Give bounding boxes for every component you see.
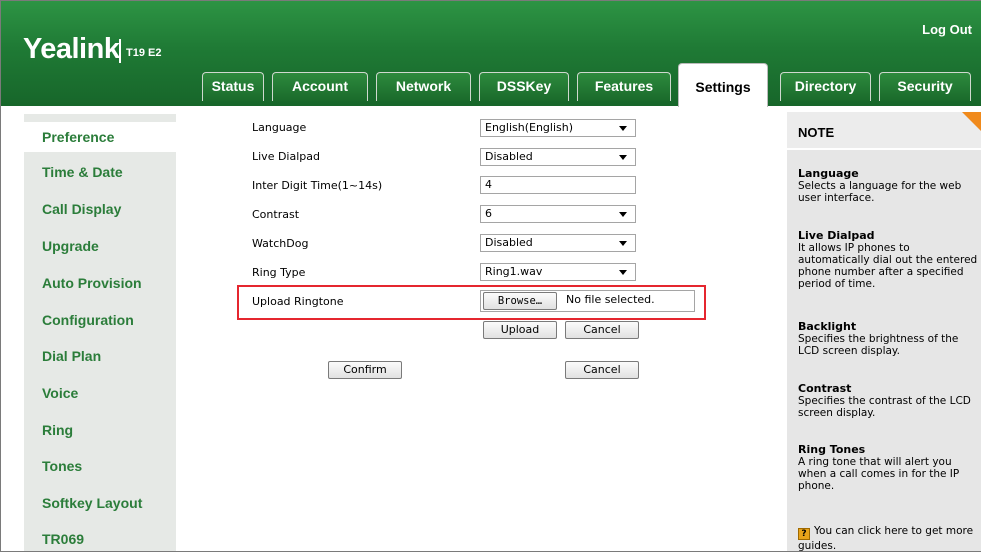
logo-divider xyxy=(119,39,121,63)
contrast-select[interactable]: 6 xyxy=(480,205,636,223)
tab-status[interactable]: Status xyxy=(202,72,264,101)
live-dialpad-label: Live Dialpad xyxy=(252,150,320,163)
watchdog-label: WatchDog xyxy=(252,237,309,250)
note-heading: Backlight xyxy=(798,320,857,333)
tab-security[interactable]: Security xyxy=(879,72,971,101)
upload-ringtone-label: Upload Ringtone xyxy=(252,295,344,308)
guide-text: You can click here to get more guides. xyxy=(798,525,974,552)
note-title: NOTE xyxy=(798,125,835,140)
sidebar-item-ring[interactable]: Ring xyxy=(24,415,176,445)
upload-cancel-button[interactable]: Cancel xyxy=(565,321,639,339)
tab-network[interactable]: Network xyxy=(376,72,471,101)
note-heading: Live Dialpad xyxy=(798,229,875,242)
sidebar-item-preference[interactable]: Preference xyxy=(24,122,176,152)
note-section-live-dialpad: Live Dialpad It allows IP phones to auto… xyxy=(798,229,978,291)
tab-features[interactable]: Features xyxy=(577,72,671,101)
ring-type-select[interactable]: Ring1.wav xyxy=(480,263,636,281)
browse-button[interactable]: Browse… xyxy=(483,292,557,310)
tab-settings[interactable]: Settings xyxy=(678,63,768,107)
sidebar-item-call-display[interactable]: Call Display xyxy=(24,194,176,224)
note-corner-icon xyxy=(962,112,981,132)
note-text: Specifies the brightness of the LCD scre… xyxy=(798,333,959,357)
note-text: Specifies the contrast of the LCD screen… xyxy=(798,395,971,419)
note-header: NOTE xyxy=(787,112,981,150)
guide-book-icon: ? xyxy=(798,528,810,540)
tab-account[interactable]: Account xyxy=(272,72,368,101)
contrast-label: Contrast xyxy=(252,208,300,221)
language-select[interactable]: English(English) xyxy=(480,119,636,137)
note-text: A ring tone that will alert you when a c… xyxy=(798,456,960,492)
watchdog-select[interactable]: Disabled xyxy=(480,234,636,252)
sidebar-item-time-date[interactable]: Time & Date xyxy=(24,157,176,187)
tab-dsskey[interactable]: DSSKey xyxy=(479,72,569,101)
inter-digit-label: Inter Digit Time(1~14s) xyxy=(252,179,383,192)
sidebar-item-upgrade[interactable]: Upgrade xyxy=(24,231,176,261)
sidebar-item-voice[interactable]: Voice xyxy=(24,378,176,408)
note-section-contrast: Contrast Specifies the contrast of the L… xyxy=(798,382,978,420)
logout-link[interactable]: Log Out xyxy=(922,22,972,37)
note-text: Selects a language for the web user inte… xyxy=(798,180,962,204)
sidebar: Preference Time & Date Call Display Upgr… xyxy=(24,114,176,551)
tab-directory[interactable]: Directory xyxy=(780,72,871,101)
inter-digit-input[interactable]: 4 xyxy=(480,176,636,194)
note-heading: Language xyxy=(798,167,859,180)
sidebar-item-tones[interactable]: Tones xyxy=(24,451,176,481)
header-bar: Yealink T19 E2 Log Out Status Account Ne… xyxy=(1,1,981,107)
live-dialpad-select[interactable]: Disabled xyxy=(480,148,636,166)
cancel-button[interactable]: Cancel xyxy=(565,361,639,379)
sidebar-item-dial-plan[interactable]: Dial Plan xyxy=(24,341,176,371)
note-section-backlight: Backlight Specifies the brightness of th… xyxy=(798,320,978,358)
confirm-button[interactable]: Confirm xyxy=(328,361,402,379)
sidebar-item-softkey-layout[interactable]: Softkey Layout xyxy=(24,488,176,518)
note-text: It allows IP phones to automatically dia… xyxy=(798,242,978,290)
note-section-language: Language Selects a language for the web … xyxy=(798,167,978,205)
note-panel: NOTE Language Selects a language for the… xyxy=(787,112,981,552)
note-heading: Contrast xyxy=(798,382,852,395)
ring-type-label: Ring Type xyxy=(252,266,306,279)
web-ui-window: Yealink T19 E2 Log Out Status Account Ne… xyxy=(0,0,981,552)
language-label: Language xyxy=(252,121,307,134)
note-section-ring-tones: Ring Tones A ring tone that will alert y… xyxy=(798,443,978,493)
sidebar-item-auto-provision[interactable]: Auto Provision xyxy=(24,268,176,298)
yealink-logo: Yealink xyxy=(23,33,120,65)
upload-button[interactable]: Upload xyxy=(483,321,557,339)
file-status-text: No file selected. xyxy=(566,293,655,306)
sidebar-item-configuration[interactable]: Configuration xyxy=(24,305,176,335)
sidebar-item-tr069[interactable]: TR069 xyxy=(24,524,176,551)
note-heading: Ring Tones xyxy=(798,443,866,456)
model-label: T19 E2 xyxy=(126,47,162,59)
guide-link[interactable]: ? You can click here to get more guides. xyxy=(798,525,978,552)
